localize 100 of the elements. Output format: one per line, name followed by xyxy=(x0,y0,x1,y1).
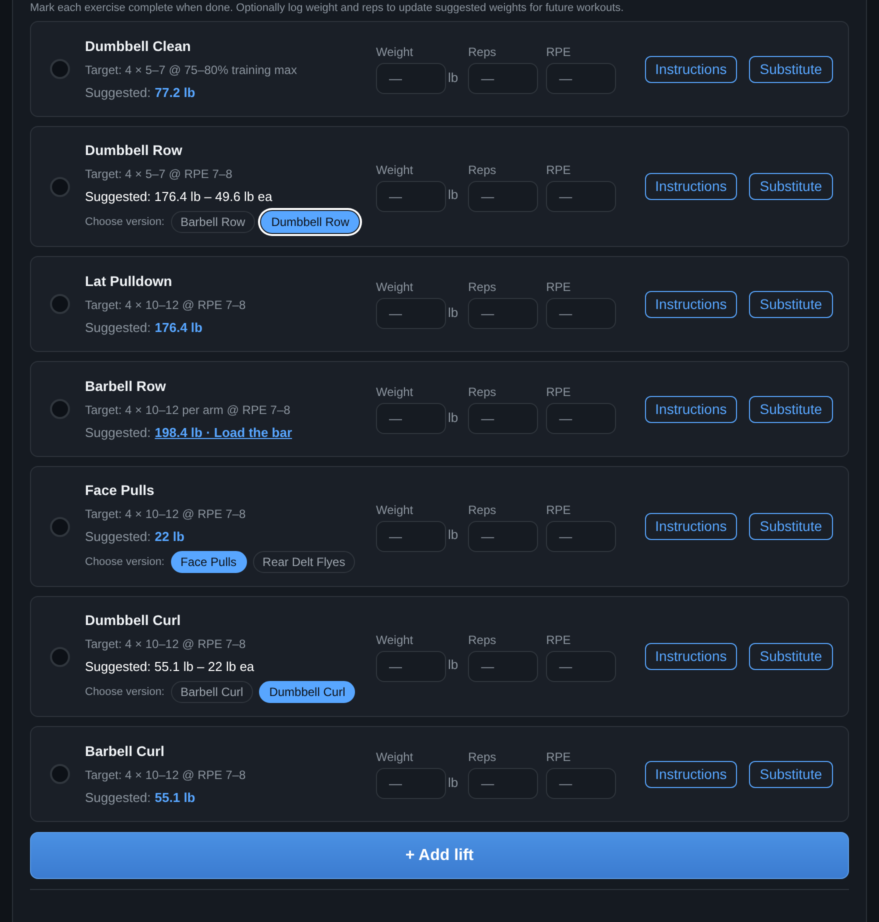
instructions-button[interactable]: Instructions xyxy=(645,290,737,318)
suggested-label: Suggested: xyxy=(85,424,151,442)
choose-version-label: Choose version: xyxy=(85,684,164,700)
add-lift-button[interactable]: + Add lift xyxy=(30,832,849,879)
input-field[interactable]: — xyxy=(468,298,538,329)
version-chip[interactable]: Barbell Row xyxy=(170,211,256,233)
input-field[interactable]: — xyxy=(376,520,446,552)
target-text: Target: 4 × 5–7 @ 75–80% training max xyxy=(85,62,297,78)
field-label: RPE xyxy=(546,279,571,295)
substitute-button[interactable]: Substitute xyxy=(748,56,833,82)
target-text: Target: 4 × 5–7 @ RPE 7–8 xyxy=(85,166,232,183)
substitute-button[interactable]: Substitute xyxy=(748,760,833,788)
complete-radio[interactable] xyxy=(50,646,70,666)
input-field[interactable]: — xyxy=(546,63,616,94)
exercise-title: Dumbbell Clean xyxy=(85,36,191,56)
field-label: Reps xyxy=(468,44,496,60)
complete-radio[interactable] xyxy=(50,764,70,784)
substitute-button[interactable]: Substitute xyxy=(748,643,833,670)
field-label: Reps xyxy=(468,749,496,765)
instructions-button[interactable]: Instructions xyxy=(645,513,737,540)
input-field[interactable]: — xyxy=(376,180,446,212)
input-field[interactable]: — xyxy=(376,403,446,434)
input-field[interactable]: — xyxy=(546,768,616,799)
suggested-weight: 176.4 lb xyxy=(154,318,202,336)
complete-radio[interactable] xyxy=(50,176,70,196)
input-field[interactable]: — xyxy=(376,650,446,682)
input-field[interactable]: — xyxy=(376,63,446,94)
field-label: Reps xyxy=(468,162,496,178)
intro-text: Mark each exercise complete when done. Optionally log weight and reps to update suggested weights for future workouts. xyxy=(30,1,625,15)
field-label: RPE xyxy=(546,749,571,765)
instructions-button[interactable]: Instructions xyxy=(645,760,737,788)
substitute-button[interactable]: Substitute xyxy=(748,396,833,422)
field-label: RPE xyxy=(546,502,571,518)
unit-label: lb xyxy=(448,68,458,86)
field-label: Weight xyxy=(376,279,414,295)
choose-version-label: Choose version: xyxy=(85,214,164,230)
unit-label: lb xyxy=(448,304,458,322)
field-label: Weight xyxy=(376,162,414,178)
input-field[interactable]: — xyxy=(546,520,616,552)
field-label: Weight xyxy=(376,749,414,765)
load-bar-link[interactable]: 198.4 lb · Load the bar xyxy=(154,422,292,442)
suggested-weight: 22 lb xyxy=(154,528,184,546)
suggested-weight: Suggested: 176.4 lb – 49.6 lb ea xyxy=(85,188,272,206)
unit-label: lb xyxy=(448,408,458,426)
substitute-button[interactable]: Substitute xyxy=(748,173,833,200)
field-label: Reps xyxy=(468,632,496,648)
target-text: Target: 4 × 10–12 @ RPE 7–8 xyxy=(85,506,246,523)
input-field[interactable]: — xyxy=(468,63,538,94)
unit-label: lb xyxy=(448,656,458,674)
choose-version-label: Choose version: xyxy=(85,554,164,570)
field-label: Reps xyxy=(468,502,496,518)
suggested-label: Suggested: xyxy=(85,528,151,546)
unit-label: lb xyxy=(448,186,458,204)
instructions-button[interactable]: Instructions xyxy=(645,173,737,200)
exercise-title: Dumbbell Curl xyxy=(85,611,181,630)
complete-radio[interactable] xyxy=(50,399,70,419)
field-label: Weight xyxy=(376,502,414,518)
input-field[interactable]: — xyxy=(376,298,446,329)
input-field[interactable]: — xyxy=(468,768,538,799)
exercise-title: Face Pulls xyxy=(85,481,154,500)
unit-label: lb xyxy=(448,774,458,792)
target-text: Target: 4 × 10–12 @ RPE 7–8 xyxy=(85,296,246,314)
instructions-button[interactable]: Instructions xyxy=(645,643,737,670)
version-chip[interactable]: Dumbbell Curl xyxy=(259,681,356,703)
version-chip[interactable]: Dumbbell Row xyxy=(261,211,360,233)
complete-radio[interactable] xyxy=(50,516,70,536)
input-field[interactable]: — xyxy=(546,403,616,434)
target-text: Target: 4 × 10–12 per arm @ RPE 7–8 xyxy=(85,402,290,418)
field-label: Weight xyxy=(376,632,414,648)
version-chip[interactable]: Rear Delt Flyes xyxy=(252,551,356,573)
suggested-label: Suggested: xyxy=(85,84,151,102)
instructions-button[interactable]: Instructions xyxy=(645,56,737,82)
field-label: RPE xyxy=(546,162,571,178)
exercise-title: Barbell Curl xyxy=(85,742,164,760)
substitute-button[interactable]: Substitute xyxy=(748,513,833,540)
field-label: Reps xyxy=(468,384,496,400)
input-field[interactable]: — xyxy=(376,768,446,799)
suggested-label: Suggested: xyxy=(85,788,151,807)
target-text: Target: 4 × 10–12 @ RPE 7–8 xyxy=(85,766,246,784)
substitute-button[interactable]: Substitute xyxy=(748,290,833,318)
suggested-label: Suggested: xyxy=(85,318,151,337)
instructions-button[interactable]: Instructions xyxy=(645,396,737,422)
field-label: RPE xyxy=(546,384,571,400)
input-field[interactable]: — xyxy=(546,650,616,682)
input-field[interactable]: — xyxy=(468,520,538,552)
input-field[interactable]: — xyxy=(468,403,538,434)
field-label: RPE xyxy=(546,632,571,648)
unit-label: lb xyxy=(448,526,458,544)
version-chip[interactable]: Face Pulls xyxy=(170,551,247,573)
version-chip[interactable]: Barbell Curl xyxy=(170,681,254,703)
complete-radio[interactable] xyxy=(50,294,70,314)
exercise-title: Dumbbell Row xyxy=(85,141,182,160)
field-label: Weight xyxy=(376,44,414,60)
input-field[interactable]: — xyxy=(546,298,616,329)
input-field[interactable]: — xyxy=(546,180,616,212)
field-label: Weight xyxy=(376,384,414,400)
complete-radio[interactable] xyxy=(50,59,70,79)
target-text: Target: 4 × 10–12 @ RPE 7–8 xyxy=(85,636,246,653)
input-field[interactable]: — xyxy=(468,180,538,212)
input-field[interactable]: — xyxy=(468,650,538,682)
